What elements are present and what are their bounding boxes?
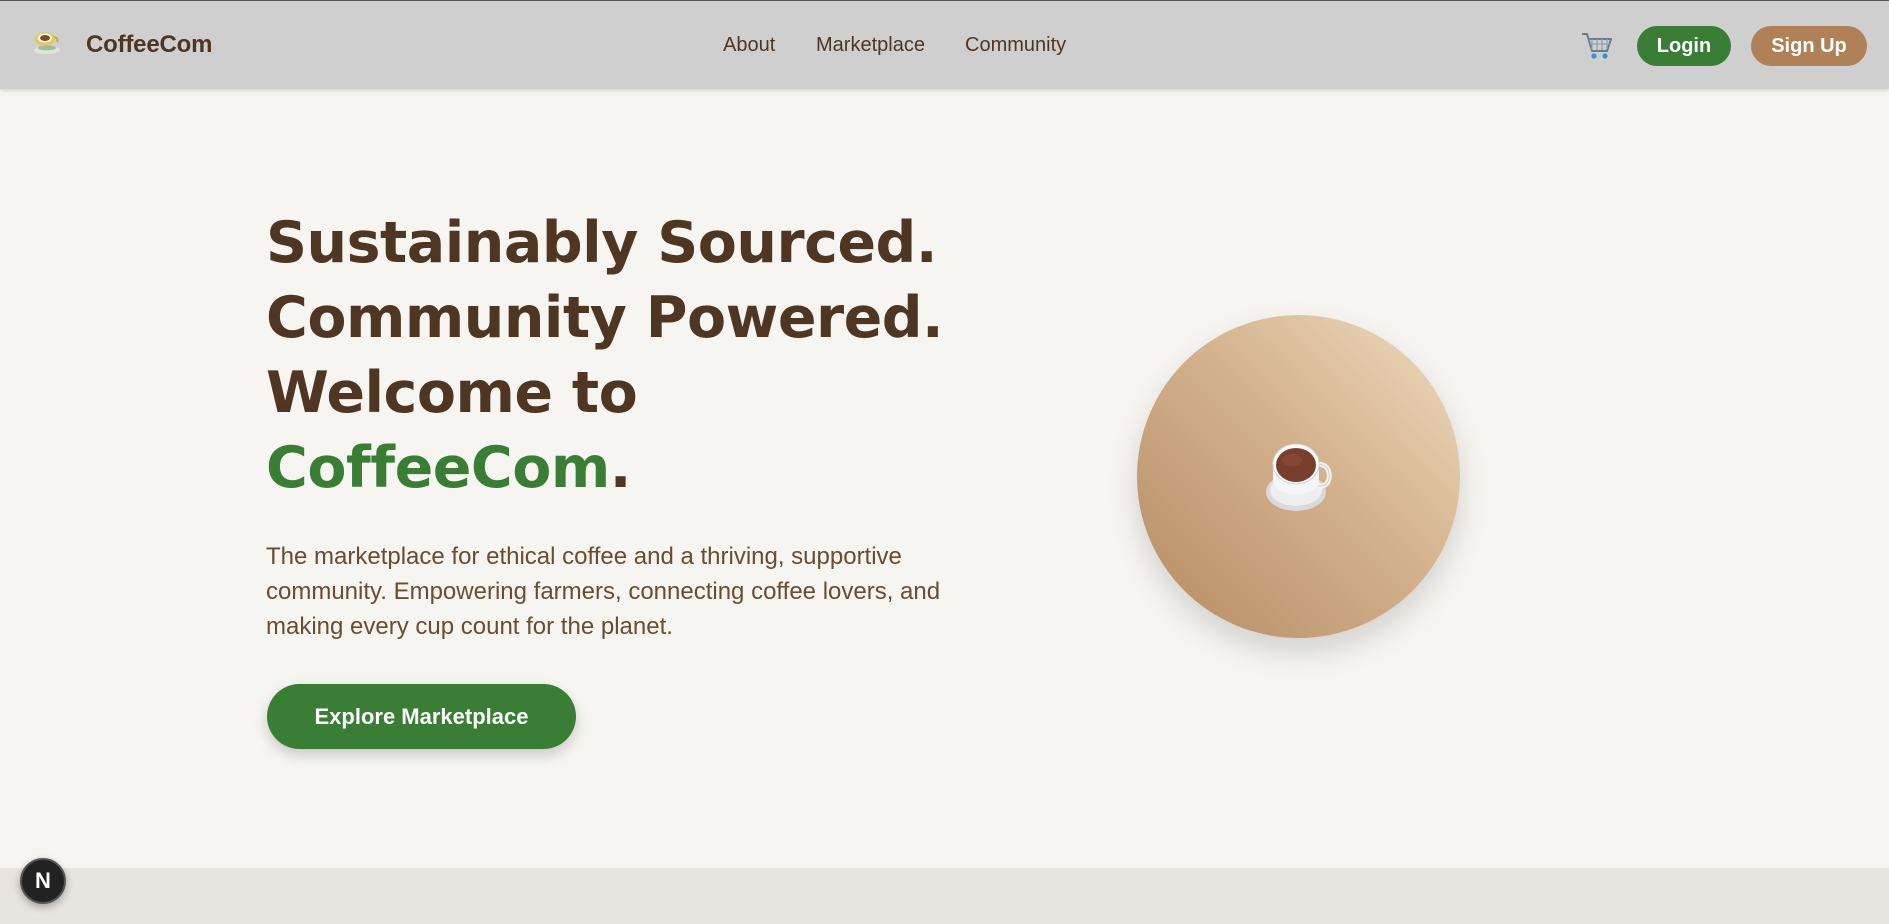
next-section-band — [0, 868, 1889, 924]
hero-heading-line-3: Welcome to — [266, 360, 638, 426]
nav-link-about[interactable]: About — [723, 34, 775, 57]
nav-link-community[interactable]: Community — [965, 34, 1066, 57]
top-nav-bar: CoffeeCom About Marketplace Community Lo… — [0, 0, 1889, 89]
hero-description: The marketplace for ethical coffee and a… — [266, 543, 941, 640]
explore-marketplace-button[interactable]: Explore Marketplace — [267, 684, 576, 749]
nav-link-marketplace[interactable]: Marketplace — [816, 34, 925, 57]
coffee-cup-logo-icon[interactable] — [30, 25, 64, 59]
coffee-cup-icon — [1266, 443, 1332, 511]
hero-heading-line-4: CoffeeCom. — [266, 431, 986, 506]
hero-heading-line-1: Sustainably Sourced. — [266, 210, 938, 276]
signup-button[interactable]: Sign Up — [1751, 26, 1867, 66]
dev-tools-badge[interactable]: N — [20, 858, 66, 904]
hero-heading: Sustainably Sourced. Community Powered. … — [266, 206, 986, 506]
shopping-cart-icon[interactable] — [1580, 30, 1614, 62]
hero-heading-period: . — [609, 435, 632, 501]
brand-name[interactable]: CoffeeCom — [86, 31, 212, 59]
hero-brand-highlight: CoffeeCom — [266, 435, 610, 501]
hero-heading-line-2: Community Powered. — [266, 285, 944, 351]
login-button[interactable]: Login — [1637, 26, 1731, 66]
